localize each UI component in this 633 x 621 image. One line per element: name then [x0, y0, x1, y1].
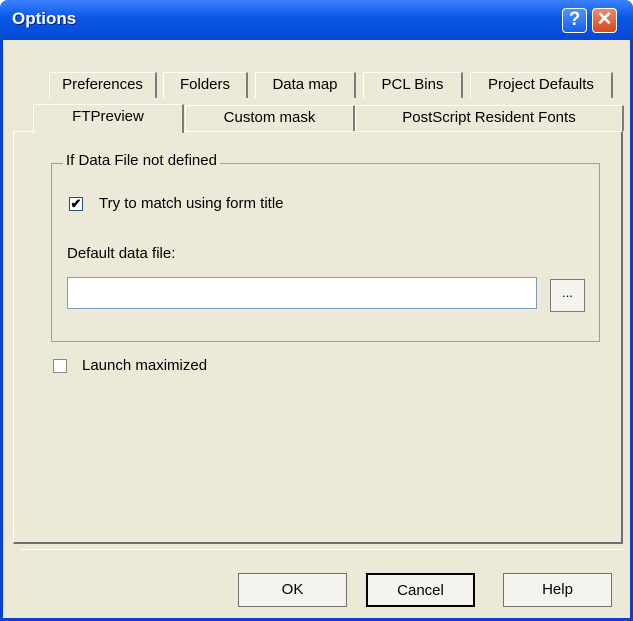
tab-project-defaults[interactable]: Project Defaults: [470, 72, 613, 98]
try-match-checkbox[interactable]: ✔: [69, 197, 83, 211]
tab-preferences[interactable]: Preferences: [49, 72, 157, 98]
options-dialog: Options ? ✕ Preferences Folders Data map…: [0, 0, 633, 621]
title-bar: Options ? ✕: [0, 0, 633, 40]
tab-folders[interactable]: Folders: [163, 72, 248, 98]
help-button[interactable]: Help: [503, 573, 612, 607]
group-title: If Data File not defined: [63, 152, 220, 169]
tab-data-map[interactable]: Data map: [255, 72, 356, 98]
tab-ftpreview[interactable]: FTPreview: [33, 104, 184, 133]
ok-button[interactable]: OK: [238, 573, 347, 607]
close-icon[interactable]: ✕: [592, 8, 617, 33]
divider: [21, 549, 624, 550]
cancel-button[interactable]: Cancel: [366, 573, 475, 607]
tab-pcl-bins[interactable]: PCL Bins: [363, 72, 463, 98]
browse-button[interactable]: ...: [550, 279, 585, 312]
launch-maximized-checkbox[interactable]: [53, 359, 67, 373]
default-data-file-input[interactable]: [67, 277, 537, 309]
dialog-title: Options: [12, 9, 77, 28]
help-icon[interactable]: ?: [562, 8, 587, 33]
tab-postscript-resident-fonts[interactable]: PostScript Resident Fonts: [355, 105, 624, 131]
tab-custom-mask[interactable]: Custom mask: [185, 105, 355, 131]
try-match-label: Try to match using form title: [99, 195, 284, 212]
default-data-file-label: Default data file:: [67, 245, 176, 262]
launch-maximized-label: Launch maximized: [82, 357, 208, 374]
